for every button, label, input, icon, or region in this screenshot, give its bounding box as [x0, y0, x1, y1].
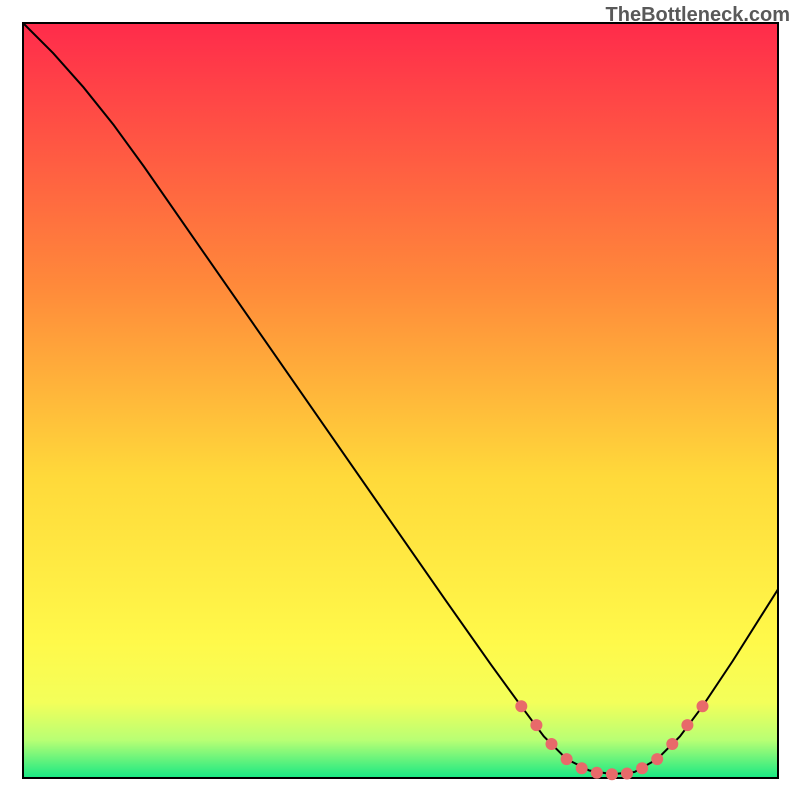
highlight-marker	[530, 719, 542, 731]
highlight-marker	[546, 738, 558, 750]
plot-background	[23, 23, 778, 778]
bottleneck-chart	[0, 0, 800, 800]
highlight-marker	[681, 719, 693, 731]
highlight-marker	[697, 700, 709, 712]
watermark-text: TheBottleneck.com	[606, 4, 790, 27]
highlight-marker	[651, 753, 663, 765]
highlight-marker	[621, 768, 633, 780]
highlight-marker	[666, 738, 678, 750]
highlight-marker	[606, 768, 618, 780]
highlight-marker	[515, 700, 527, 712]
highlight-marker	[636, 762, 648, 774]
highlight-marker	[576, 762, 588, 774]
highlight-marker	[561, 753, 573, 765]
highlight-marker	[591, 767, 603, 779]
chart-container: TheBottleneck.com	[0, 0, 800, 800]
